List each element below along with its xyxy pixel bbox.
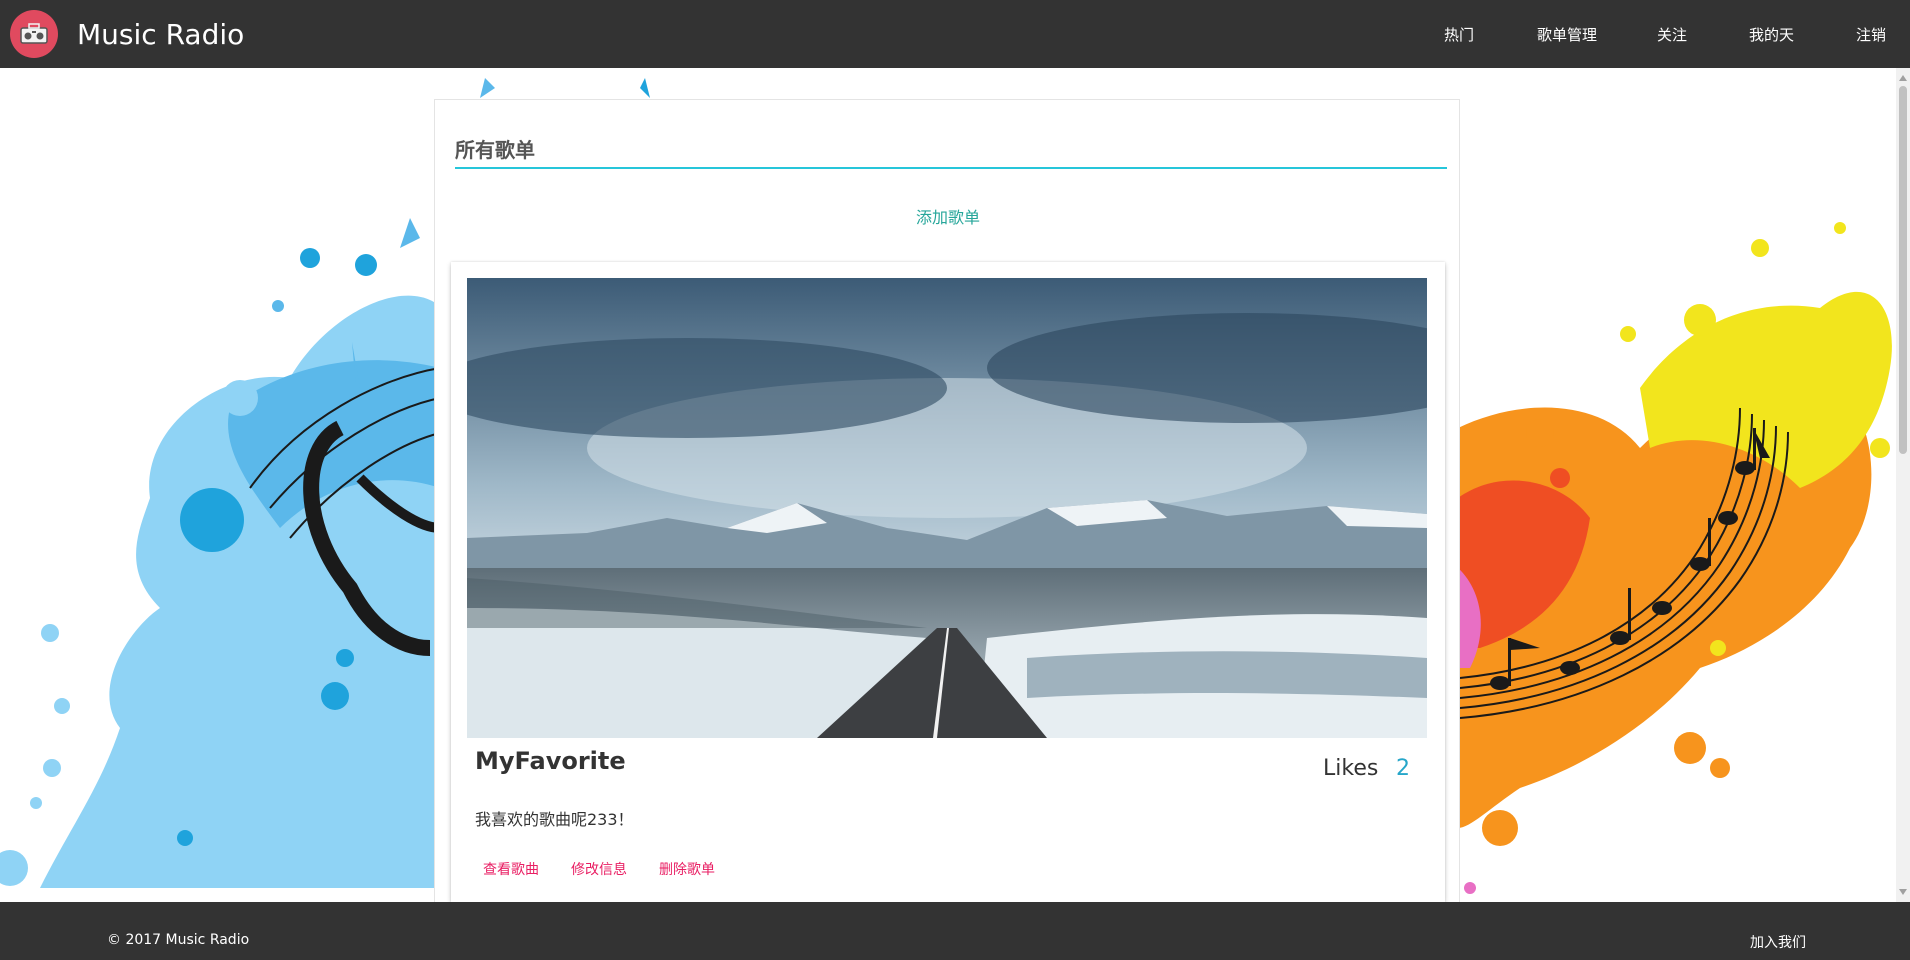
main-nav: 热门 歌单管理 关注 我的天 注销	[0, 0, 1910, 68]
likes-label: Likes	[1323, 756, 1379, 781]
scroll-up-arrow-icon[interactable]	[1896, 70, 1910, 86]
playlist-cover-image	[467, 278, 1427, 738]
likes-count: 2	[1396, 756, 1410, 781]
edit-info-button[interactable]: 修改信息	[571, 859, 627, 879]
footer-copyright: © 2017 Music Radio	[107, 932, 250, 948]
nav-item-my-day[interactable]: 我的天	[1749, 24, 1794, 45]
section-title: 所有歌单	[455, 134, 1447, 169]
add-playlist-button[interactable]: 添加歌单	[435, 204, 1461, 228]
delete-playlist-button[interactable]: 删除歌单	[659, 859, 715, 879]
scrollbar-thumb[interactable]	[1899, 86, 1907, 454]
page-scrollbar[interactable]	[1896, 68, 1910, 902]
nav-item-follow[interactable]: 关注	[1657, 24, 1687, 45]
join-us-link[interactable]: 加入我们	[1750, 932, 1806, 952]
playlist-panel: 所有歌单 添加歌单 MyFavorite Likes 2 我喜欢的歌曲呢233！…	[434, 99, 1460, 902]
playlist-name: MyFavorite	[475, 747, 626, 775]
nav-item-logout[interactable]: 注销	[1856, 24, 1886, 45]
playlist-actions: 查看歌曲 修改信息 删除歌单	[483, 859, 747, 879]
nav-item-playlist-management[interactable]: 歌单管理	[1537, 24, 1597, 45]
orange-paint-splash	[1458, 222, 1892, 894]
playlist-card: MyFavorite Likes 2 我喜欢的歌曲呢233！ 查看歌曲 修改信息…	[451, 262, 1445, 902]
top-navbar: Music Radio 热门 歌单管理 关注 我的天 注销	[0, 0, 1910, 68]
view-songs-button[interactable]: 查看歌曲	[483, 859, 539, 879]
scroll-down-arrow-icon[interactable]	[1896, 884, 1910, 900]
playlist-description: 我喜欢的歌曲呢233！	[475, 810, 634, 829]
nav-item-hot[interactable]: 热门	[1444, 24, 1474, 45]
page-footer: © 2017 Music Radio 加入我们	[0, 902, 1910, 960]
